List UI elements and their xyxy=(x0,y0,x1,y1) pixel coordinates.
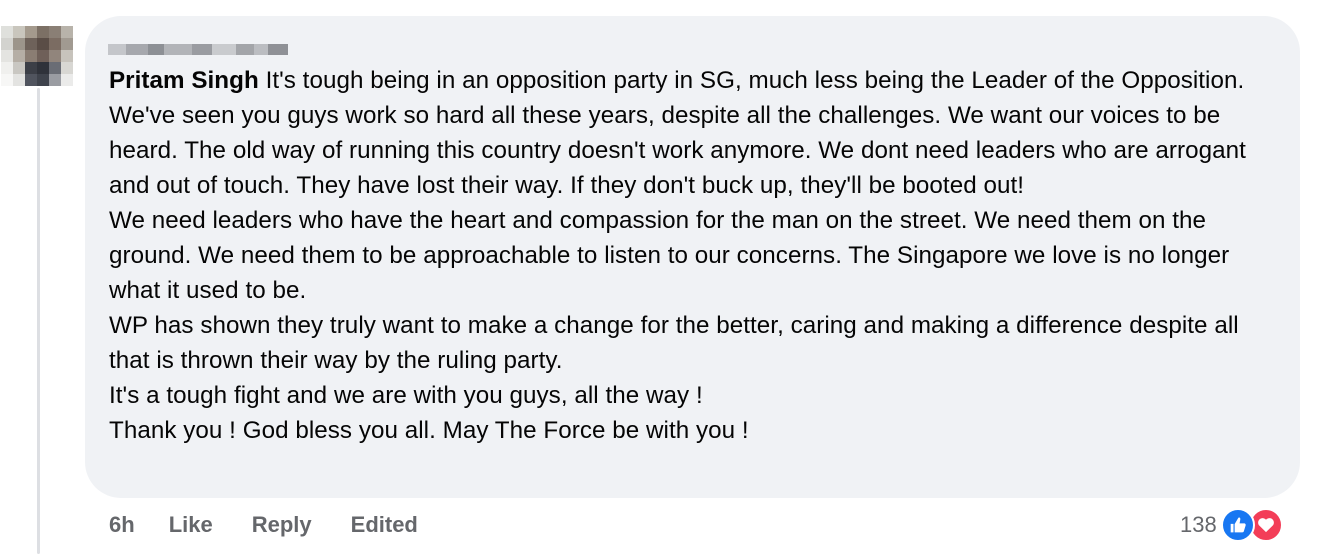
thread-line xyxy=(37,88,40,554)
comment-paragraph: It's a tough fight and we are with you g… xyxy=(109,382,703,409)
comment-paragraph: WP has shown they truly want to make a c… xyxy=(109,312,1239,374)
comment-actions: 6h Like Reply Edited xyxy=(109,508,418,542)
reactions-summary[interactable]: 138 xyxy=(1180,506,1283,544)
reply-button[interactable]: Reply xyxy=(252,512,312,538)
edited-label[interactable]: Edited xyxy=(351,512,418,538)
comment-paragraph: Thank you ! God bless you all. May The F… xyxy=(109,417,749,444)
comment-paragraph: We need leaders who have the heart and c… xyxy=(109,207,1230,304)
author-name-redacted[interactable] xyxy=(108,38,288,60)
avatar[interactable] xyxy=(1,26,73,86)
thumbs-up-icon xyxy=(1220,508,1255,542)
comment-intro-text: It's tough being in an opposition party … xyxy=(109,67,1246,199)
timestamp[interactable]: 6h xyxy=(109,512,135,538)
comment-intro: Pritam Singh It's tough being in an oppo… xyxy=(109,63,1279,203)
reaction-count: 138 xyxy=(1180,512,1217,537)
like-button[interactable]: Like xyxy=(169,512,213,538)
comment-text: Pritam Singh It's tough being in an oppo… xyxy=(109,63,1279,448)
author-mention-link[interactable]: Pritam Singh xyxy=(109,67,259,94)
